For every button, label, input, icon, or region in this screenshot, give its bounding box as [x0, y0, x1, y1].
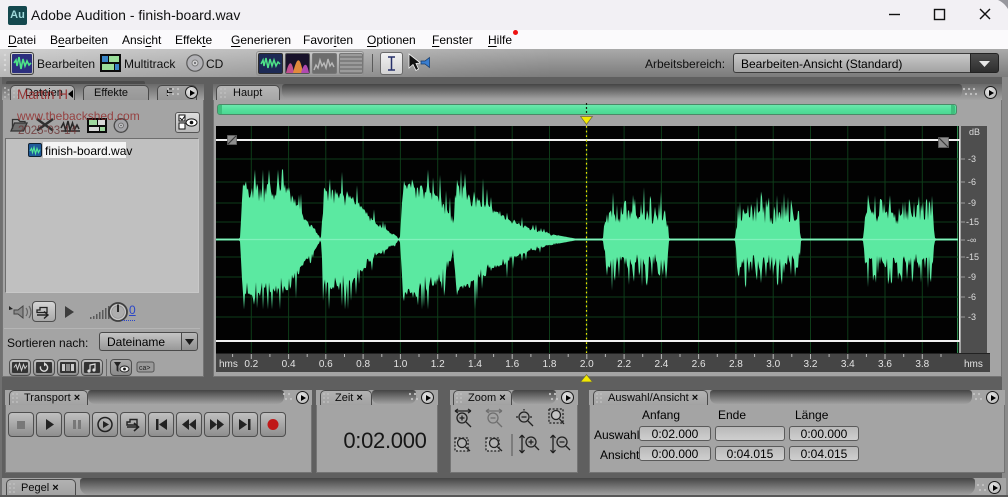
svg-text:1.6: 1.6 — [505, 359, 519, 370]
svg-text:0.6: 0.6 — [319, 359, 333, 370]
svg-text:-15: -15 — [966, 217, 979, 227]
svg-text:-3: -3 — [968, 154, 976, 164]
svg-text:1.0: 1.0 — [393, 359, 407, 370]
svg-text:3.8: 3.8 — [915, 359, 929, 370]
svg-text:2.8: 2.8 — [729, 359, 743, 370]
svg-text:-6: -6 — [968, 292, 976, 302]
svg-text:3.0: 3.0 — [766, 359, 780, 370]
svg-text:3.2: 3.2 — [804, 359, 818, 370]
svg-text:0.2: 0.2 — [244, 359, 258, 370]
svg-text:-15: -15 — [966, 252, 979, 262]
svg-text:hms: hms — [219, 359, 238, 370]
svg-text:1.2: 1.2 — [431, 359, 445, 370]
svg-text:3.4: 3.4 — [841, 359, 855, 370]
svg-text:-∞: -∞ — [967, 235, 976, 245]
svg-text:-3: -3 — [968, 312, 976, 322]
svg-text:dB: dB — [969, 127, 980, 137]
svg-text:1.4: 1.4 — [468, 359, 482, 370]
svg-text:2.6: 2.6 — [692, 359, 706, 370]
svg-text:2.2: 2.2 — [617, 359, 631, 370]
svg-text:-6: -6 — [968, 177, 976, 187]
svg-text:hms: hms — [964, 359, 983, 370]
svg-text:2.4: 2.4 — [654, 359, 668, 370]
svg-text:-9: -9 — [968, 198, 976, 208]
svg-text:1.8: 1.8 — [543, 359, 557, 370]
svg-text:3.6: 3.6 — [878, 359, 892, 370]
svg-text:0.4: 0.4 — [282, 359, 296, 370]
svg-text:-9: -9 — [968, 272, 976, 282]
svg-text:0.8: 0.8 — [356, 359, 370, 370]
